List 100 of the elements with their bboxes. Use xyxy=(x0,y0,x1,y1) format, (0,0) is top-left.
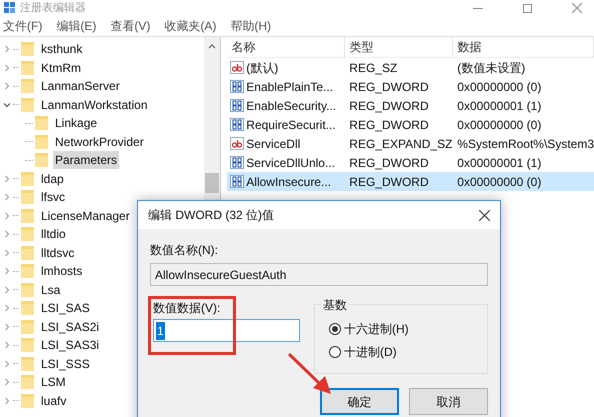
chevron-right-icon[interactable] xyxy=(3,322,11,331)
menu-item[interactable]: 文件(F) xyxy=(3,17,42,35)
table-cell-text: EnablePlainTe... xyxy=(246,78,334,96)
chevron-right-icon[interactable] xyxy=(3,396,11,405)
tree-item[interactable]: LanmanServer xyxy=(39,77,122,96)
maximize-icon[interactable] xyxy=(523,4,532,12)
dialog-title: 编辑 DWORD (32 位)值 xyxy=(148,207,275,224)
menu-item[interactable]: 编辑(E) xyxy=(56,17,96,35)
table-cell-text: 0x00000000 (0) xyxy=(456,174,542,190)
scroll-up-icon[interactable] xyxy=(208,43,216,49)
tree-item[interactable]: luafv xyxy=(39,392,68,410)
chevron-right-icon[interactable] xyxy=(3,341,11,350)
tree-item[interactable]: lltdio xyxy=(39,225,68,244)
table-row[interactable]: RequireSecurit... REG_DWORD 0x00000000 (0) xyxy=(227,115,594,134)
radio-option[interactable]: 十六进制(H) xyxy=(329,317,487,340)
tree-item[interactable]: LicenseManager xyxy=(39,206,132,225)
value-name-field[interactable]: AllowInsecureGuestAuth xyxy=(150,263,488,286)
binary-value-icon xyxy=(230,175,244,188)
table-cell-text: 0x00000001 (1) xyxy=(456,98,542,114)
folder-icon xyxy=(35,116,48,130)
chevron-right-icon[interactable] xyxy=(3,286,11,294)
chevron-right-icon[interactable] xyxy=(3,267,11,276)
scrollbar-thumb[interactable] xyxy=(205,173,220,193)
chevron-right-icon[interactable] xyxy=(3,248,11,257)
field-label: 数值名称(N): xyxy=(150,242,219,259)
table-cell-text: 0x00000000 (0) xyxy=(456,116,542,134)
string-value-icon xyxy=(230,137,244,150)
tree-item[interactable]: LSI_SAS3i xyxy=(39,336,102,354)
table-row[interactable]: EnablePlainTe... REG_DWORD 0x00000000 (0) xyxy=(227,77,594,96)
chevron-right-icon[interactable] xyxy=(3,64,11,72)
folder-icon xyxy=(21,264,34,278)
table-row[interactable]: ServiceDllUnlo... REG_DWORD 0x00000001 (1) xyxy=(227,153,594,172)
table-cell-text: EnableSecurity... xyxy=(246,98,336,114)
close-icon[interactable] xyxy=(479,210,490,220)
tree-item[interactable]: lmhosts xyxy=(39,262,84,280)
menu-item[interactable]: 帮助(H) xyxy=(230,17,271,35)
binary-value-icon xyxy=(230,99,244,112)
value-data-field[interactable]: 1 xyxy=(153,319,300,342)
arrow-drawing xyxy=(287,352,333,396)
chevron-right-icon[interactable] xyxy=(3,82,11,90)
chevron-right-icon[interactable] xyxy=(3,378,11,386)
table-cell-text: REG_DWORD xyxy=(348,116,430,134)
table-row[interactable]: AllowInsecure... REG_DWORD 0x00000000 (0) xyxy=(227,172,594,191)
tree-item[interactable]: LSI_SSS xyxy=(39,354,92,373)
tree-item[interactable]: LSM xyxy=(39,373,68,392)
tree-item[interactable]: LSI_SAS xyxy=(39,299,92,318)
folder-icon xyxy=(21,98,34,112)
table-cell-text: 0x00000001 (1) xyxy=(456,154,542,172)
column-header[interactable]: 数据 xyxy=(453,37,594,57)
tree-item[interactable]: Lsa xyxy=(39,280,62,299)
tree-item[interactable]: ldap xyxy=(39,170,66,188)
folder-icon xyxy=(21,42,34,56)
folder-icon xyxy=(21,338,34,352)
table-row[interactable]: EnableSecurity... REG_DWORD 0x00000001 (1) xyxy=(227,96,594,115)
chevron-right-icon[interactable] xyxy=(3,193,11,202)
table-cell-text: ServiceDllUnlo... xyxy=(246,154,335,172)
dialog-button[interactable]: 取消 xyxy=(409,388,488,415)
menu-item[interactable]: 收藏夹(A) xyxy=(164,17,216,35)
table-cell-text: REG_DWORD xyxy=(348,174,430,190)
folder-icon xyxy=(21,60,34,75)
tree-item[interactable]: lltdsvc xyxy=(39,244,76,262)
menu-item[interactable]: 查看(V) xyxy=(110,17,150,35)
string-value-icon xyxy=(230,61,244,74)
chevron-right-icon[interactable] xyxy=(3,45,11,54)
field-label: 数值数据(V): xyxy=(153,300,222,317)
tree-item[interactable]: LSI_SAS2i xyxy=(39,318,102,336)
tree-item[interactable]: LanmanWorkstation xyxy=(39,96,150,114)
tree-item[interactable]: Parameters xyxy=(53,151,120,170)
column-header[interactable]: 类型 xyxy=(345,37,454,57)
table-cell-text: REG_EXPAND_SZ xyxy=(348,136,454,152)
tree-item[interactable]: NetworkProvider xyxy=(53,132,146,151)
radio-option[interactable]: 十进制(D) xyxy=(329,340,487,363)
radio-button[interactable] xyxy=(329,346,341,358)
folder-icon xyxy=(21,356,34,371)
chevron-right-icon[interactable] xyxy=(3,304,11,312)
table-cell-text: REG_DWORD xyxy=(348,78,430,96)
table-cell-text: 0x00000000 (0) xyxy=(456,78,542,96)
chevron-right-icon[interactable] xyxy=(3,174,11,183)
folder-icon xyxy=(21,190,34,204)
folder-icon xyxy=(21,246,34,260)
folder-icon xyxy=(21,282,34,297)
chevron-right-icon[interactable] xyxy=(3,212,11,220)
chevron-down-icon[interactable] xyxy=(3,100,11,109)
column-header[interactable]: 名称 xyxy=(227,37,346,57)
tree-item[interactable]: lfsvc xyxy=(39,188,67,206)
folder-icon xyxy=(21,79,34,94)
table-cell-text: ServiceDll xyxy=(246,136,300,152)
radio-button[interactable] xyxy=(329,322,341,334)
folder-icon xyxy=(21,301,34,316)
table-cell-text: (数值未设置) xyxy=(456,60,526,76)
chevron-right-icon[interactable] xyxy=(3,230,11,238)
dialog-button[interactable]: 确定 xyxy=(320,388,399,415)
tree-item[interactable]: KtmRm xyxy=(39,58,83,77)
folder-icon xyxy=(35,153,48,168)
tree-item[interactable]: Linkage xyxy=(53,114,100,132)
chevron-right-icon[interactable] xyxy=(3,360,11,368)
table-row[interactable]: (默认) REG_SZ (数值未设置) xyxy=(227,58,594,77)
registry-app-icon xyxy=(4,2,16,14)
table-row[interactable]: ServiceDll REG_EXPAND_SZ %SystemRoot%\System3 xyxy=(227,134,594,153)
tree-item[interactable]: ksthunk xyxy=(39,40,84,58)
